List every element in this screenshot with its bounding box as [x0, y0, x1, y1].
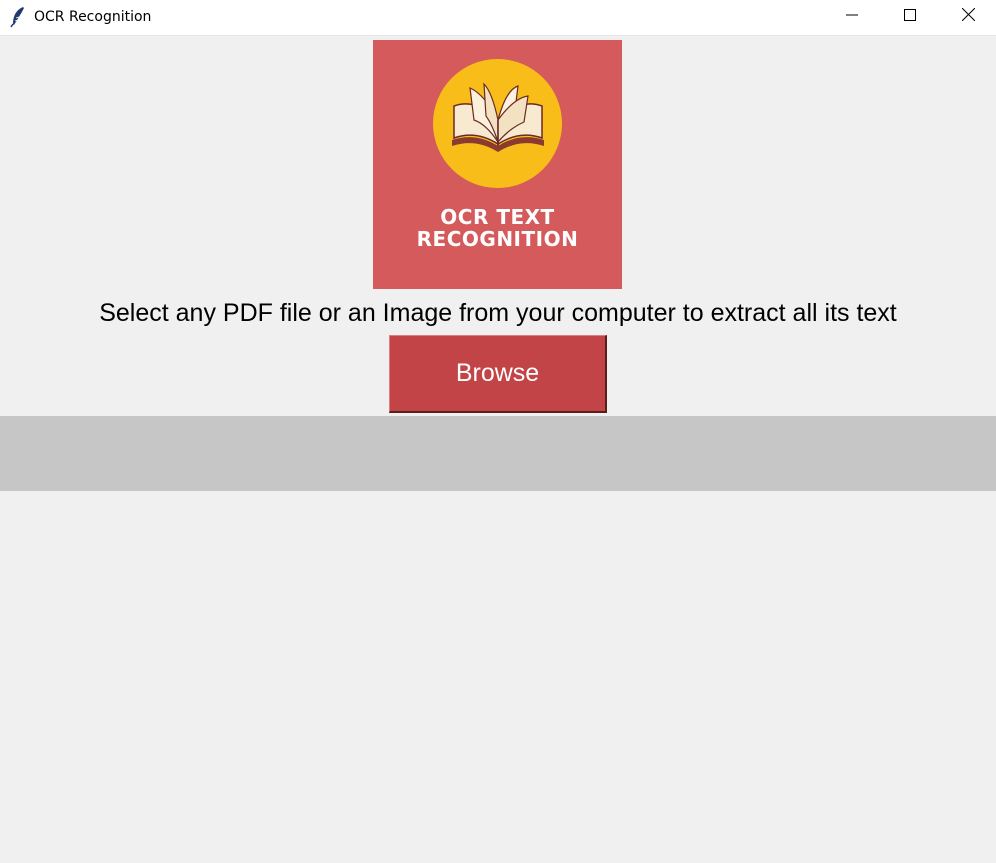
browse-button[interactable]: Browse — [389, 335, 607, 413]
logo-title-line2: RECOGNITION — [416, 227, 579, 251]
close-button[interactable] — [939, 0, 996, 34]
app-window: OCR Recognition OCR TEXT RECOGNITION Sel… — [0, 0, 996, 863]
open-book-icon — [448, 80, 548, 160]
logo-title-line1: OCR TEXT — [440, 205, 555, 229]
instruction-text: Select any PDF file or an Image from you… — [99, 299, 897, 327]
maximize-button[interactable] — [881, 0, 939, 34]
window-title: OCR Recognition — [34, 9, 152, 25]
minimize-icon — [846, 8, 858, 26]
extracted-text-output — [0, 416, 996, 491]
minimize-button[interactable] — [823, 0, 881, 34]
title-bar: OCR Recognition — [0, 0, 996, 36]
close-icon — [961, 7, 975, 26]
logo-title: OCR TEXT RECOGNITION — [373, 206, 622, 250]
maximize-icon — [904, 8, 916, 26]
ocr-logo: OCR TEXT RECOGNITION — [373, 40, 622, 289]
feather-icon — [10, 6, 26, 28]
